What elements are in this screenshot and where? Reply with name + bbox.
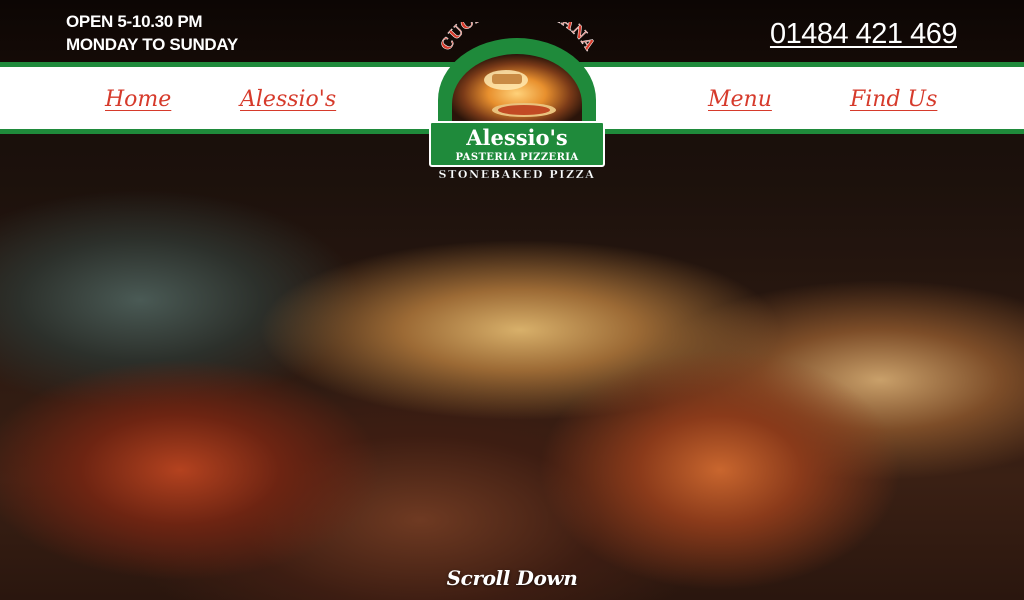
logo-tagline: STONEBAKED PIZZA [439,168,596,181]
nav-menu[interactable]: Menu [708,87,772,112]
pizza-oven-emblem-icon: CUCINA ITALIANA Alessio's PASTERIA PIZZE… [429,0,605,181]
site-logo[interactable]: CUCINA ITALIANA Alessio's PASTERIA PIZZE… [424,0,610,182]
phone-link[interactable]: 01484 421 469 [770,18,958,51]
scroll-down-link[interactable]: Scroll Down [0,566,1024,590]
hours-line-1: OPEN 5-10.30 PM [66,12,203,31]
nav-alessios[interactable]: Alessio's [240,87,336,112]
nav-find-us[interactable]: Find Us [850,87,937,112]
logo-name: Alessio's [465,125,568,150]
nav-home[interactable]: Home [105,87,171,112]
logo-subtitle: PASTERIA PIZZERIA [455,152,578,163]
hours-line-2: MONDAY TO SUNDAY [66,35,238,54]
opening-hours: OPEN 5-10.30 PM MONDAY TO SUNDAY [66,10,238,56]
